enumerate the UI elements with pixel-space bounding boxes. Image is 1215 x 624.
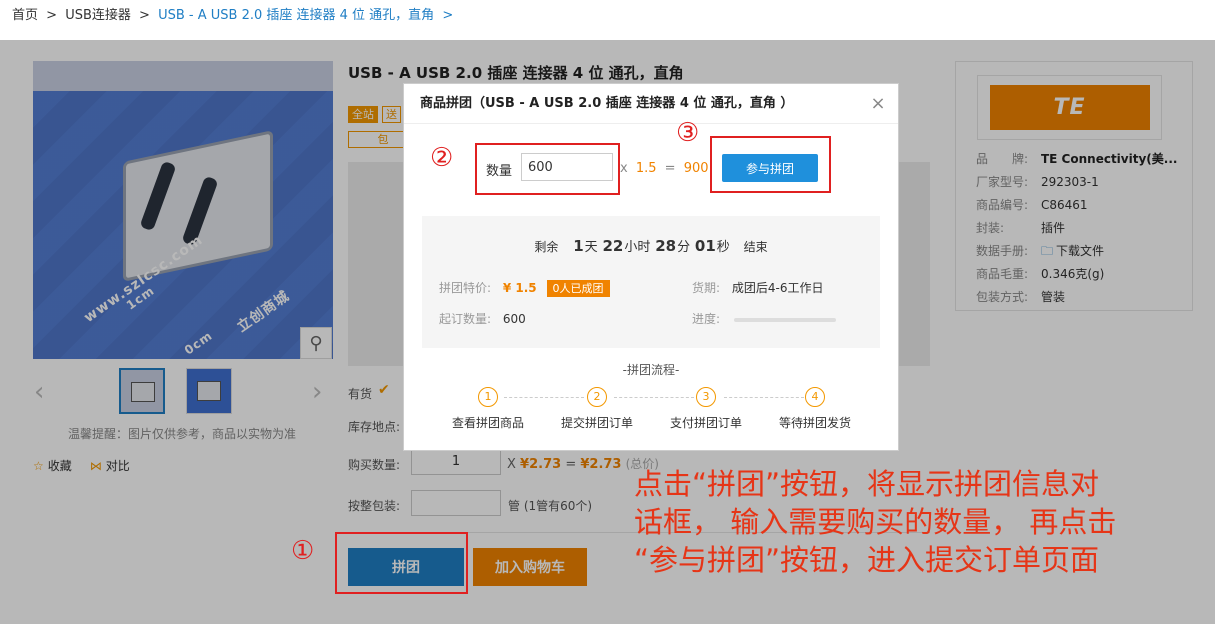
annotation-line: 点击“拼团”按钮，将显示拼团信息对 [634, 467, 1100, 501]
annotation-box-qty [475, 143, 620, 195]
annotation-box-group [335, 532, 468, 594]
countdown-days: 1 [573, 237, 584, 255]
min-order-label: 起订数量: [439, 312, 492, 326]
annotation-mark-2: ② [430, 143, 454, 173]
group-price-value: ¥ 1.5 [502, 281, 537, 295]
flow-step: 1 查看拼团商品 [438, 387, 538, 431]
breadcrumb-separator: > [46, 8, 58, 23]
min-order-value: 600 [502, 312, 526, 326]
breadcrumb: 首页 > USB连接器 > USB - A USB 2.0 插座 连接器 4 位… [12, 6, 457, 26]
progress-field: 进度: [692, 310, 836, 327]
calc-total: 900 [683, 161, 709, 176]
calc-equals: = [664, 161, 676, 176]
step-label: 支付拼团订单 [669, 416, 742, 430]
delivery-value: 成团后4-6工作日 [731, 281, 824, 295]
calc-multiply: x [620, 161, 628, 176]
annotation-line: 话框， 输入需要购买的数量， 再点击 [634, 505, 1117, 539]
step-number: 4 [805, 387, 825, 407]
countdown-unit: 天 [584, 240, 598, 255]
delivery-label: 货期: [692, 281, 721, 295]
breadcrumb-end-separator: > [442, 8, 454, 23]
step-label: 提交拼团订单 [560, 416, 633, 430]
group-status-badge: 0人已成团 [546, 280, 610, 297]
group-info-panel: 剩余 1天 22小时 28分 01秒 结束 拼团特价: ¥ 1.5 0人已成团 … [422, 216, 880, 348]
breadcrumb-category[interactable]: USB连接器 [65, 8, 131, 23]
flow-step: 2 提交拼团订单 [547, 387, 647, 431]
flow-step: 3 支付拼团订单 [656, 387, 756, 431]
close-icon[interactable]: × [868, 94, 888, 114]
countdown-unit: 小时 [624, 240, 651, 255]
countdown-unit: 分 [677, 240, 691, 255]
countdown-seconds: 01 [694, 237, 716, 255]
countdown: 剩余 1天 22小时 28分 01秒 结束 [422, 236, 880, 255]
dialog-title: 商品拼团（USB - A USB 2.0 插座 连接器 4 位 通孔，直角 ） [404, 84, 898, 124]
breadcrumb-home[interactable]: 首页 [12, 8, 38, 23]
group-price-field: 拼团特价: ¥ 1.5 0人已成团 [439, 279, 610, 297]
flow-title: -拼团流程- [622, 363, 680, 377]
progress-bar [733, 317, 836, 322]
progress-label: 进度: [692, 312, 721, 326]
delivery-field: 货期: 成团后4-6工作日 [692, 279, 823, 296]
step-label: 等待拼团发货 [778, 416, 851, 430]
annotation-box-join [710, 136, 831, 193]
dialog-calculation: x 1.5 = 900 [620, 161, 709, 176]
countdown-minutes: 28 [655, 237, 677, 255]
step-number: 2 [587, 387, 607, 407]
step-label: 查看拼团商品 [451, 416, 524, 430]
countdown-unit: 秒 [716, 240, 730, 255]
group-flow-steps: 1 查看拼团商品 2 提交拼团订单 3 支付拼团订单 4 等待拼团发货 [434, 387, 874, 437]
step-number: 1 [478, 387, 498, 407]
annotation-line: “参与拼团”按钮，进入提交订单页面 [634, 543, 1100, 577]
annotation-mark-1: ① [291, 536, 315, 566]
breadcrumb-current[interactable]: USB - A USB 2.0 插座 连接器 4 位 通孔，直角 [158, 8, 434, 23]
breadcrumb-separator: > [139, 8, 150, 23]
annotation-text: 点击“拼团”按钮，将显示拼团信息对 话框， 输入需要购买的数量， 再点击 “参与… [634, 465, 1194, 579]
group-price-label: 拼团特价: [439, 281, 492, 295]
annotation-mark-3: ③ [676, 118, 700, 148]
calc-price: 1.5 [635, 161, 657, 176]
flow-step: 4 等待拼团发货 [765, 387, 865, 431]
step-number: 3 [696, 387, 716, 407]
min-order-field: 起订数量: 600 [439, 310, 526, 327]
countdown-prefix: 剩余 [534, 240, 559, 254]
countdown-suffix: 结束 [743, 240, 768, 254]
countdown-hours: 22 [602, 237, 624, 255]
